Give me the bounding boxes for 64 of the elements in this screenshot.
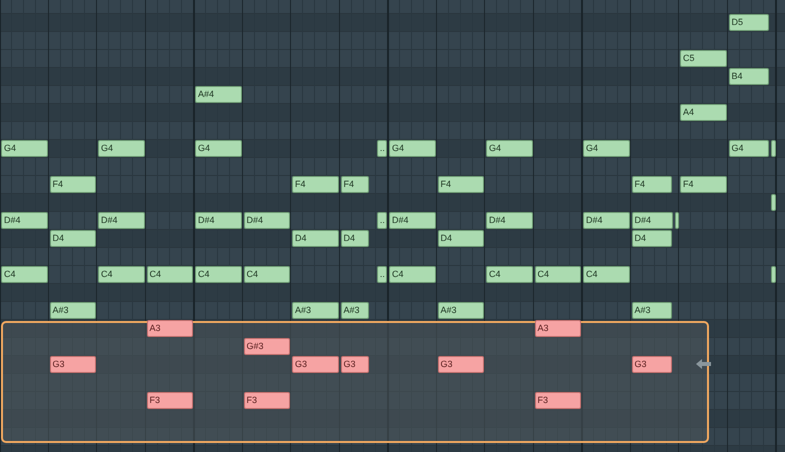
- note-block[interactable]: D#4: [244, 212, 290, 229]
- note-block[interactable]: G3: [632, 356, 672, 373]
- note-block[interactable]: C4: [389, 266, 436, 283]
- note-block[interactable]: G4: [583, 140, 630, 157]
- note-block[interactable]: D#4: [632, 212, 674, 229]
- note-block[interactable]: G3: [292, 356, 338, 373]
- note-block[interactable]: G4: [195, 140, 242, 157]
- note-block[interactable]: D#4: [389, 212, 436, 229]
- note-block[interactable]: C4: [195, 266, 242, 283]
- note-block[interactable]: G4: [728, 140, 769, 157]
- note-block[interactable]: A3: [146, 320, 193, 337]
- note-block[interactable]: D#4: [195, 212, 242, 229]
- note-block[interactable]: ..: [376, 140, 387, 157]
- note-block[interactable]: D4: [632, 230, 672, 247]
- note-block[interactable]: A#3: [340, 302, 369, 319]
- note-block[interactable]: D#4: [98, 212, 144, 229]
- note-block[interactable]: D4: [50, 230, 96, 247]
- note-block[interactable]: G3: [340, 356, 369, 373]
- note-block[interactable]: C5: [680, 50, 726, 67]
- note-block[interactable]: C4: [146, 266, 193, 283]
- note-block[interactable]: F4: [680, 176, 726, 193]
- note-block[interactable]: A#3: [50, 302, 96, 319]
- note-block[interactable]: ..: [376, 266, 387, 283]
- note-block[interactable]: G3: [438, 356, 484, 373]
- note-block[interactable]: G4: [98, 140, 144, 157]
- note-block[interactable]: C4: [583, 266, 630, 283]
- note-block[interactable]: C4: [98, 266, 144, 283]
- note-block[interactable]: C4: [244, 266, 290, 283]
- note-block[interactable]: ..: [376, 212, 387, 229]
- left-arrow-icon: [696, 359, 711, 369]
- note-block[interactable]: F4: [50, 176, 96, 193]
- note-block[interactable]: F3: [146, 392, 193, 409]
- note-block[interactable]: [770, 194, 776, 211]
- note-block[interactable]: F3: [534, 392, 581, 409]
- note-block[interactable]: F4: [340, 176, 369, 193]
- note-block[interactable]: G4: [486, 140, 532, 157]
- note-block[interactable]: A#3: [438, 302, 484, 319]
- note-block[interactable]: F4: [292, 176, 338, 193]
- note-block[interactable]: [770, 140, 776, 157]
- note-block[interactable]: [675, 212, 680, 229]
- note-block[interactable]: A3: [534, 320, 581, 337]
- note-block[interactable]: G3: [50, 356, 96, 373]
- note-block[interactable]: F4: [632, 176, 672, 193]
- note-block[interactable]: D#4: [1, 212, 48, 229]
- note-block[interactable]: F3: [244, 392, 290, 409]
- note-block[interactable]: A4: [680, 104, 726, 121]
- note-block[interactable]: C4: [534, 266, 581, 283]
- note-block[interactable]: D#4: [486, 212, 532, 229]
- note-block[interactable]: B4: [728, 68, 769, 85]
- note-block[interactable]: D4: [292, 230, 338, 247]
- note-block[interactable]: D5: [728, 14, 769, 31]
- note-block[interactable]: G#3: [244, 338, 290, 355]
- note-block[interactable]: G4: [389, 140, 436, 157]
- note-block[interactable]: C4: [1, 266, 48, 283]
- note-block[interactable]: A#3: [632, 302, 672, 319]
- note-block[interactable]: D#4: [583, 212, 630, 229]
- note-block[interactable]: A#3: [292, 302, 338, 319]
- note-block[interactable]: [770, 266, 776, 283]
- note-block[interactable]: D4: [438, 230, 484, 247]
- note-block[interactable]: G4: [1, 140, 48, 157]
- note-block[interactable]: D4: [340, 230, 369, 247]
- note-block[interactable]: F4: [438, 176, 484, 193]
- note-block[interactable]: A#4: [195, 86, 242, 103]
- note-block[interactable]: C4: [486, 266, 532, 283]
